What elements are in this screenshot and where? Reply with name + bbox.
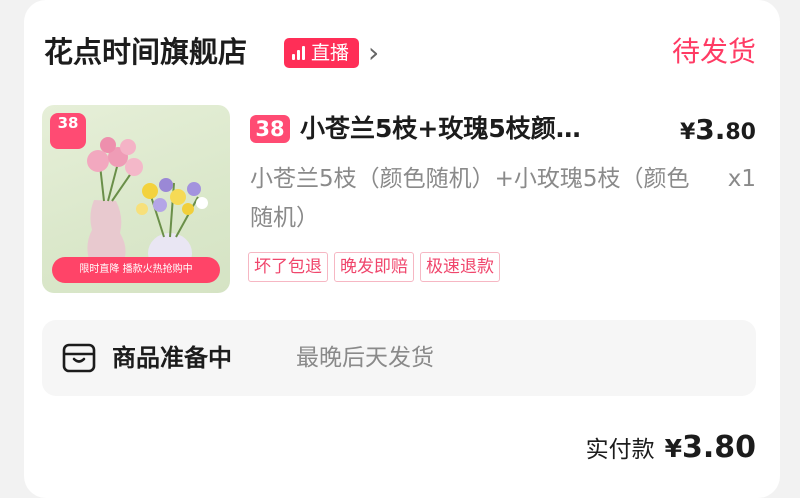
service-tag: 晚发即赔 (334, 252, 414, 282)
live-badge-label: 直播 (311, 42, 350, 64)
order-card[interactable]: 花点时间旗舰店 直播 › 待发货 38 限时直降 播款火热抢购中 38 小苍兰5… (24, 0, 780, 498)
total-paid: 实付款 ¥3.80 (585, 430, 756, 465)
live-badge[interactable]: 直播 (284, 38, 360, 68)
total-label: 实付款 (585, 437, 655, 463)
service-tag: 坏了包退 (248, 252, 328, 282)
product-price: ¥3.80 (679, 113, 756, 146)
package-icon (62, 342, 96, 378)
preparation-status-box[interactable]: 商品准备中 最晚后天发货 (42, 320, 756, 396)
product-quantity: x1 (727, 166, 756, 192)
promo-38-tag: 38 (50, 113, 86, 149)
live-signal-icon (292, 46, 305, 60)
product-title[interactable]: 小苍兰5枝+玫瑰5枝颜… (300, 110, 630, 148)
chevron-right-icon[interactable]: › (368, 36, 379, 70)
promo-38-badge: 38 (250, 115, 290, 143)
preparation-title: 商品准备中 (112, 344, 232, 372)
service-tag: 极速退款 (420, 252, 500, 282)
product-image[interactable]: 38 限时直降 播款火热抢购中 (42, 105, 230, 293)
product-spec: 小苍兰5枝（颜色随机）+小玫瑰5枝（颜色随机） (250, 166, 690, 231)
total-amount: 3.80 (681, 430, 756, 465)
preparation-subtitle: 最晚后天发货 (296, 345, 434, 371)
order-status: 待发货 (671, 35, 756, 68)
service-tags: 坏了包退 晚发即赔 极速退款 (248, 252, 500, 282)
shop-name[interactable]: 花点时间旗舰店 (44, 34, 247, 70)
image-promo-banner: 限时直降 播款火热抢购中 (52, 257, 220, 283)
